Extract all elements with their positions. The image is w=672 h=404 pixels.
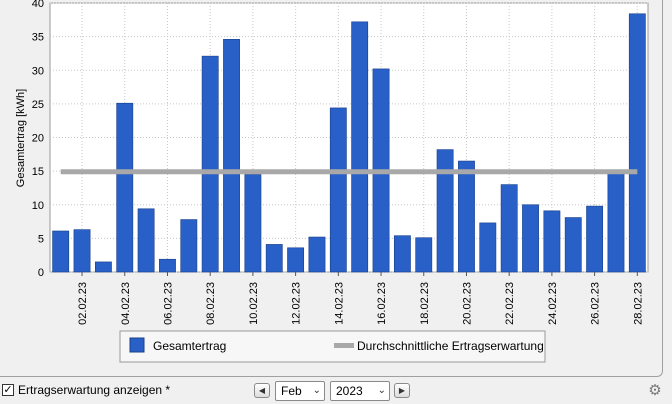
bar-15.02.23	[351, 21, 369, 273]
bar-20.02.23	[458, 160, 475, 273]
chevron-down-icon: ⌄	[312, 385, 321, 396]
bar-21.02.23	[479, 222, 497, 273]
x-tick-label: 12.02.23	[291, 282, 303, 325]
month-select-value: Feb	[281, 384, 302, 398]
bar-05.02.23	[137, 208, 155, 273]
bar-10.02.23	[244, 174, 262, 273]
legend-swatch-gesamtertrag	[129, 337, 145, 353]
bar-chart: 0 5 10 15 20 25 30 35 40 02.02.23 04.02.23 06.02.2…	[15, 0, 649, 363]
chart-legend: Gesamtertrag Durchschnittliche Ertragser…	[119, 330, 546, 363]
y-axis-label: Gesamtertrag [kWh]	[15, 89, 27, 187]
y-tick-label: 30	[32, 65, 44, 77]
bar-17.02.23	[393, 235, 411, 273]
legend-swatch-expectation	[334, 343, 354, 348]
chevron-down-icon: ⌄	[377, 385, 386, 396]
bar-02.02.23	[73, 229, 91, 273]
bar-14.02.23	[329, 107, 347, 273]
show-expectation-label[interactable]: Ertragserwartung anzeigen *	[18, 383, 170, 397]
bar-06.02.23	[159, 258, 176, 273]
x-tick-label: 04.02.23	[120, 282, 132, 325]
year-select[interactable]: 2023 ⌄	[330, 381, 390, 401]
bar-09.02.23	[223, 39, 240, 273]
bar-01.02.23	[52, 230, 70, 273]
x-tick-label: 18.02.23	[419, 282, 431, 325]
y-tick-label: 10	[32, 200, 44, 212]
previous-month-button[interactable]: ◀	[254, 383, 270, 398]
y-tick-label: 15	[32, 166, 44, 178]
arrow-left-icon: ◀	[258, 386, 266, 395]
x-tick-label: 16.02.23	[376, 282, 388, 325]
y-tick-label: 25	[32, 99, 44, 111]
y-tick-label: 40	[32, 0, 44, 10]
y-tick-label: 35	[32, 32, 44, 44]
bar-26.02.23	[586, 205, 604, 273]
x-tick-label: 26.02.23	[590, 282, 602, 325]
x-tick-label: 20.02.23	[461, 282, 473, 325]
bar-11.02.23	[265, 244, 283, 273]
next-month-button[interactable]: ▶	[394, 383, 410, 398]
legend-label-expectation: Durchschnittliche Ertragserwartung	[357, 339, 544, 353]
x-tick-label: 28.02.23	[632, 282, 644, 325]
x-tick-label: 10.02.23	[248, 282, 260, 325]
bar-25.02.23	[564, 217, 582, 273]
x-tick-label: 22.02.23	[504, 282, 516, 325]
y-tick-label: 20	[32, 133, 44, 145]
bar-18.02.23	[415, 237, 433, 273]
bar-24.02.23	[543, 210, 561, 273]
month-select[interactable]: Feb ⌄	[275, 381, 325, 401]
show-expectation-checkbox[interactable]: ✓	[2, 384, 14, 396]
x-tick-label: 02.02.23	[77, 282, 89, 325]
bar-13.02.23	[308, 236, 326, 273]
bar-19.02.23	[436, 149, 454, 273]
bar-03.02.23	[94, 261, 112, 273]
bottom-toolbar: ✓ Ertragserwartung anzeigen * ◀ Feb ⌄ 20…	[0, 378, 672, 404]
x-tick-label: 08.02.23	[205, 282, 217, 325]
arrow-right-icon: ▶	[398, 386, 406, 395]
chart-panel: 0 5 10 15 20 25 30 35 40 02.02.23 04.02.23 06.02.2…	[0, 0, 663, 377]
bar-23.02.23	[522, 204, 539, 273]
x-tick-label: 14.02.23	[333, 282, 345, 325]
bar-04.02.23	[116, 102, 134, 273]
x-tick-label: 06.02.23	[162, 282, 174, 325]
y-axis: 0 5 10 15 20 25 30 35 40	[32, 0, 44, 279]
y-tick-label: 0	[38, 267, 44, 279]
bar-22.02.23	[500, 184, 518, 273]
year-select-value: 2023	[336, 384, 363, 398]
x-axis: 02.02.23 04.02.23 06.02.23 08.02.23 10.02.23…	[77, 272, 644, 325]
gear-icon[interactable]: ⚙	[646, 381, 664, 401]
y-tick-label: 5	[38, 233, 44, 245]
bar-08.02.23	[201, 55, 219, 273]
bar-28.02.23	[628, 13, 646, 273]
bar-27.02.23	[607, 169, 625, 273]
legend-label-gesamtertrag: Gesamtertrag	[153, 339, 226, 353]
x-tick-label: 24.02.23	[547, 282, 559, 325]
bar-12.02.23	[287, 247, 305, 273]
bar-07.02.23	[180, 219, 198, 273]
